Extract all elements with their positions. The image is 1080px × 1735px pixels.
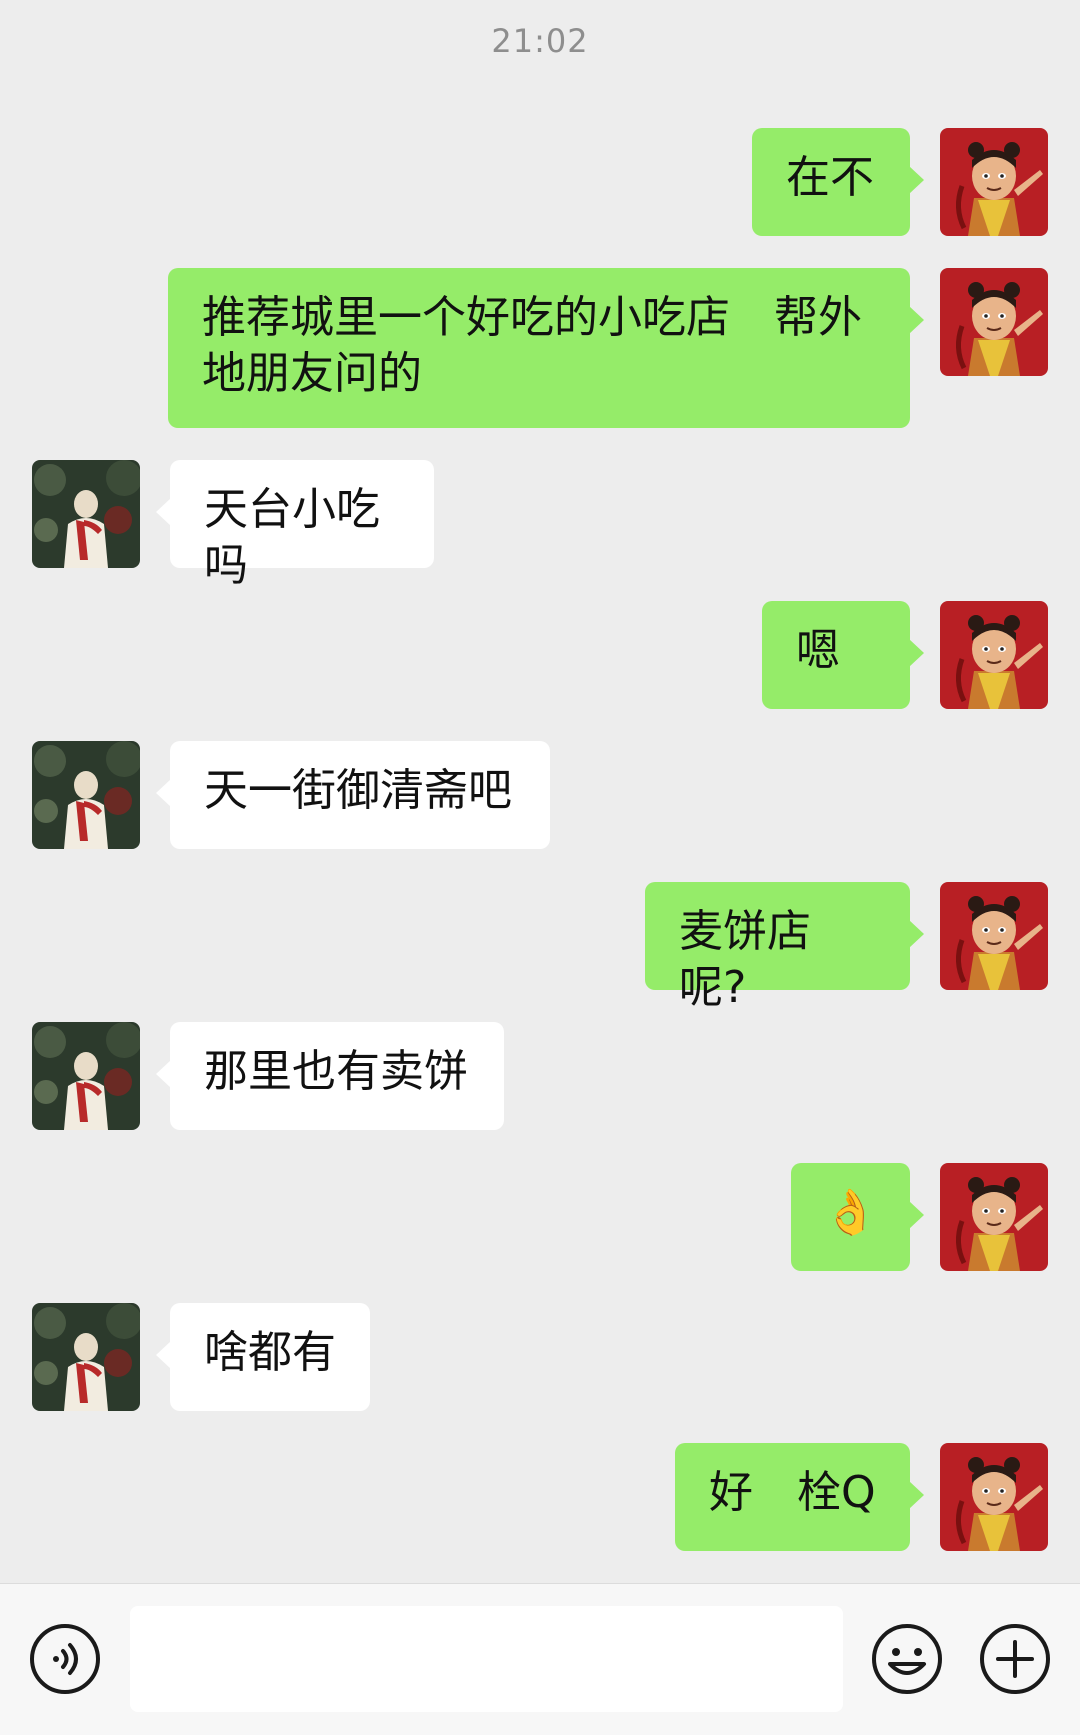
chat-timestamp: 21:02	[491, 22, 589, 60]
contact-photo-icon	[32, 460, 140, 568]
emoji-button[interactable]	[870, 1622, 944, 1696]
received-message-bubble[interactable]: 啥都有	[156, 1303, 370, 1411]
my-avatar[interactable]	[940, 1163, 1048, 1271]
contact-avatar[interactable]	[32, 1022, 140, 1130]
received-message-bubble[interactable]: 天一街御清斋吧	[156, 741, 550, 849]
sent-emoji-bubble[interactable]: 👌	[791, 1163, 924, 1271]
received-message-bubble[interactable]: 那里也有卖饼	[156, 1022, 504, 1130]
plus-icon	[980, 1624, 1050, 1694]
message-input-bar	[0, 1583, 1080, 1735]
contact-avatar[interactable]	[32, 460, 140, 568]
nezha-avatar-icon	[940, 601, 1048, 709]
nezha-avatar-icon	[940, 1163, 1048, 1271]
contact-avatar[interactable]	[32, 1303, 140, 1411]
contact-photo-icon	[32, 1303, 140, 1411]
contact-avatar[interactable]	[32, 741, 140, 849]
nezha-avatar-icon	[940, 882, 1048, 990]
sent-message-bubble[interactable]: 推荐城里一个好吃的小吃店 帮外地朋友问的	[168, 268, 924, 428]
contact-photo-icon	[32, 741, 140, 849]
my-avatar[interactable]	[940, 601, 1048, 709]
contact-photo-icon	[32, 1022, 140, 1130]
received-message-bubble[interactable]: 天台小吃吗	[156, 460, 434, 591]
emoji-icon	[872, 1624, 942, 1694]
message-text-input[interactable]	[130, 1606, 843, 1712]
more-functions-button[interactable]	[978, 1622, 1052, 1696]
nezha-avatar-icon	[940, 1443, 1048, 1551]
sent-message-bubble[interactable]: 嗯	[762, 601, 924, 709]
nezha-avatar-icon	[940, 268, 1048, 376]
my-avatar[interactable]	[940, 268, 1048, 376]
my-avatar[interactable]	[940, 882, 1048, 990]
voice-icon	[30, 1624, 100, 1694]
sent-message-bubble[interactable]: 好 栓Q	[675, 1443, 924, 1551]
sent-message-bubble[interactable]: 麦饼店呢?	[645, 882, 924, 1013]
my-avatar[interactable]	[940, 128, 1048, 236]
voice-input-button[interactable]	[28, 1622, 102, 1696]
my-avatar[interactable]	[940, 1443, 1048, 1551]
sent-message-bubble[interactable]: 在不	[752, 128, 924, 236]
nezha-avatar-icon	[940, 128, 1048, 236]
